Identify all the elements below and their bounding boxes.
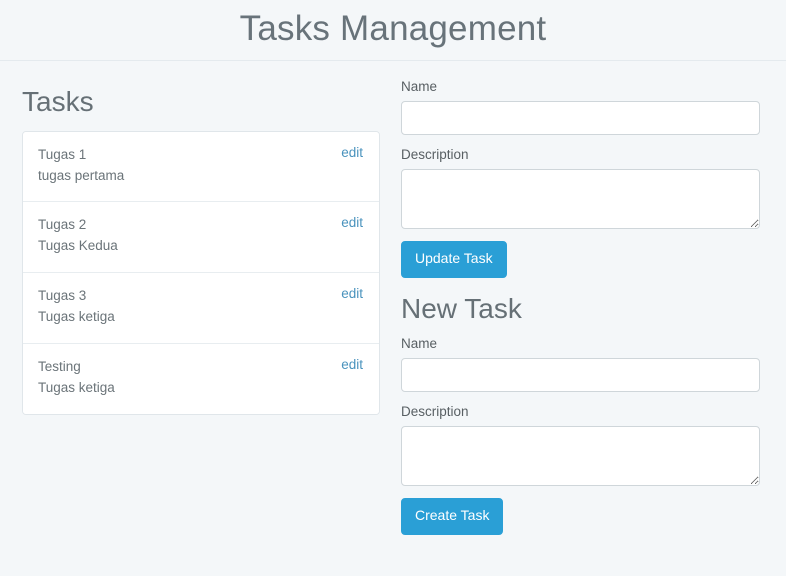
update-task-button[interactable]: Update Task [401,241,507,279]
update-description-label: Description [401,147,469,163]
task-name: Testing [38,359,81,375]
update-description-textarea[interactable] [401,169,760,230]
list-item[interactable]: Tugas 3 Tugas ketiga edit [23,272,379,344]
tasks-column: Tasks Tugas 1 tugas pertama edit Tugas 2… [0,61,390,415]
list-item[interactable]: Testing Tugas ketiga edit [23,343,379,414]
new-name-label: Name [401,335,438,351]
task-list: Tugas 1 tugas pertama edit Tugas 2 Tugas… [22,130,380,415]
edit-task-link[interactable]: edit [341,357,363,372]
edit-task-link[interactable]: edit [341,215,363,230]
list-item[interactable]: Tugas 1 tugas pertama edit [23,131,379,202]
list-item[interactable]: Tugas 2 Tugas Kedua edit [23,201,379,273]
tasks-heading: Tasks [22,86,94,117]
new-task-form: Name Description Create Task [401,335,770,536]
update-name-label: Name [401,79,438,94]
new-task-heading: New Task [401,293,522,325]
page-title: Tasks Management [239,8,547,48]
create-task-button[interactable]: Create Task [401,498,504,536]
new-description-textarea[interactable] [401,426,760,487]
new-name-group: Name [401,335,770,393]
task-name: Tugas 1 [38,146,87,162]
update-name-input[interactable] [401,101,760,136]
task-name: Tugas 2 [38,217,87,233]
page-header: Tasks Management [0,0,786,61]
new-name-input[interactable] [401,358,760,393]
new-description-label: Description [401,404,469,420]
task-description: tugas pertama [38,167,125,183]
edit-task-link[interactable]: edit [341,145,363,160]
forms-column: Name Description Update Task New Task Na… [390,61,786,536]
main-content: Tasks Tugas 1 tugas pertama edit Tugas 2… [0,61,786,536]
update-name-group: Name [401,79,770,136]
task-name: Tugas 3 [38,288,87,304]
edit-task-link[interactable]: edit [341,286,363,301]
task-description: Tugas ketiga [38,309,115,325]
task-description: Tugas ketiga [38,380,115,396]
new-description-group: Description [401,404,770,487]
update-task-form: Name Description Update Task [401,61,770,279]
task-description: Tugas Kedua [38,238,118,254]
update-description-group: Description [401,147,770,230]
